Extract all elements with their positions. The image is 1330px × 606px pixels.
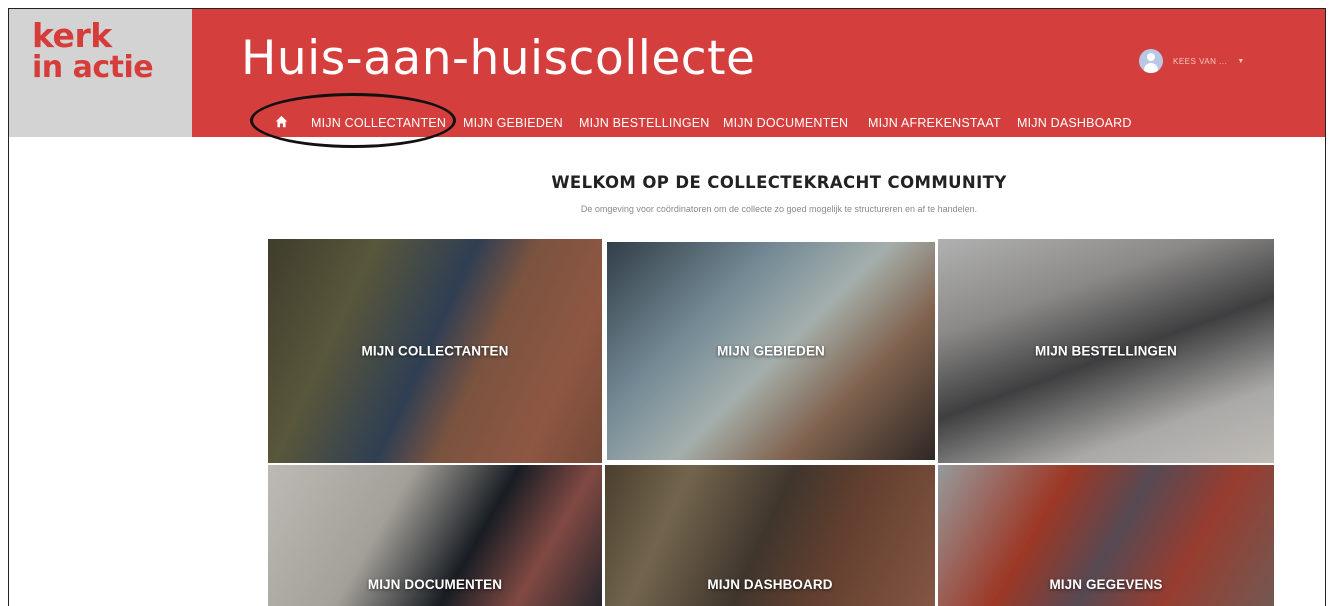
- tile-dashboard[interactable]: MIJN DASHBOARD: [605, 465, 935, 606]
- home-icon[interactable]: [275, 115, 288, 128]
- nav-item-afrekenstaat[interactable]: MIJN AFREKENSTAAT: [868, 116, 1001, 130]
- chevron-down-icon: ▼: [1237, 57, 1245, 65]
- tile-gebieden[interactable]: MIJN GEBIEDEN: [607, 242, 935, 460]
- header: Huis-aan-huiscollecte KEES VAN ... ▼ MIJ…: [192, 9, 1325, 137]
- page-subtitle: De omgeving voor coördinatoren om de col…: [580, 204, 978, 214]
- tile-label: MIJN GEBIEDEN: [717, 343, 825, 359]
- main-nav: MIJN COLLECTANTEN MIJN GEBIEDEN MIJN BES…: [192, 110, 1292, 134]
- tile-gegevens[interactable]: MIJN GEGEVENS: [938, 465, 1274, 606]
- nav-item-documenten[interactable]: MIJN DOCUMENTEN: [723, 116, 848, 130]
- tile-label: MIJN DOCUMENTEN: [367, 577, 503, 592]
- tile-bestellingen[interactable]: MIJN BESTELLINGEN: [938, 239, 1274, 463]
- nav-item-dashboard[interactable]: MIJN DASHBOARD: [1017, 116, 1132, 130]
- tile-label: MIJN DASHBOARD: [707, 577, 833, 592]
- nav-item-collectanten[interactable]: MIJN COLLECTANTEN: [311, 116, 446, 130]
- nav-item-bestellingen[interactable]: MIJN BESTELLINGEN: [579, 116, 710, 130]
- tile-documenten[interactable]: MIJN DOCUMENTEN: [268, 465, 602, 606]
- avatar-icon: [1139, 49, 1163, 73]
- page-frame: kerk in actie Huis-aan-huiscollecte KEES…: [8, 8, 1326, 606]
- user-menu[interactable]: KEES VAN ... ▼: [1139, 49, 1244, 73]
- logo-text-line2: in actie: [32, 50, 154, 85]
- tile-label: MIJN BESTELLINGEN: [1035, 343, 1177, 359]
- user-name: KEES VAN ...: [1173, 56, 1228, 66]
- tile-label: MIJN GEGEVENS: [1049, 577, 1163, 592]
- logo-text-line1: kerk: [32, 16, 112, 55]
- site-title: Huis-aan-huiscollecte: [241, 31, 756, 86]
- tile-label: MIJN COLLECTANTEN: [361, 343, 509, 359]
- nav-item-gebieden[interactable]: MIJN GEBIEDEN: [463, 116, 563, 130]
- logo[interactable]: kerk in actie: [9, 9, 192, 137]
- page-title: WELKOM OP DE COLLECTEKRACHT COMMUNITY: [551, 173, 1007, 192]
- tile-collectanten[interactable]: MIJN COLLECTANTEN: [268, 239, 602, 463]
